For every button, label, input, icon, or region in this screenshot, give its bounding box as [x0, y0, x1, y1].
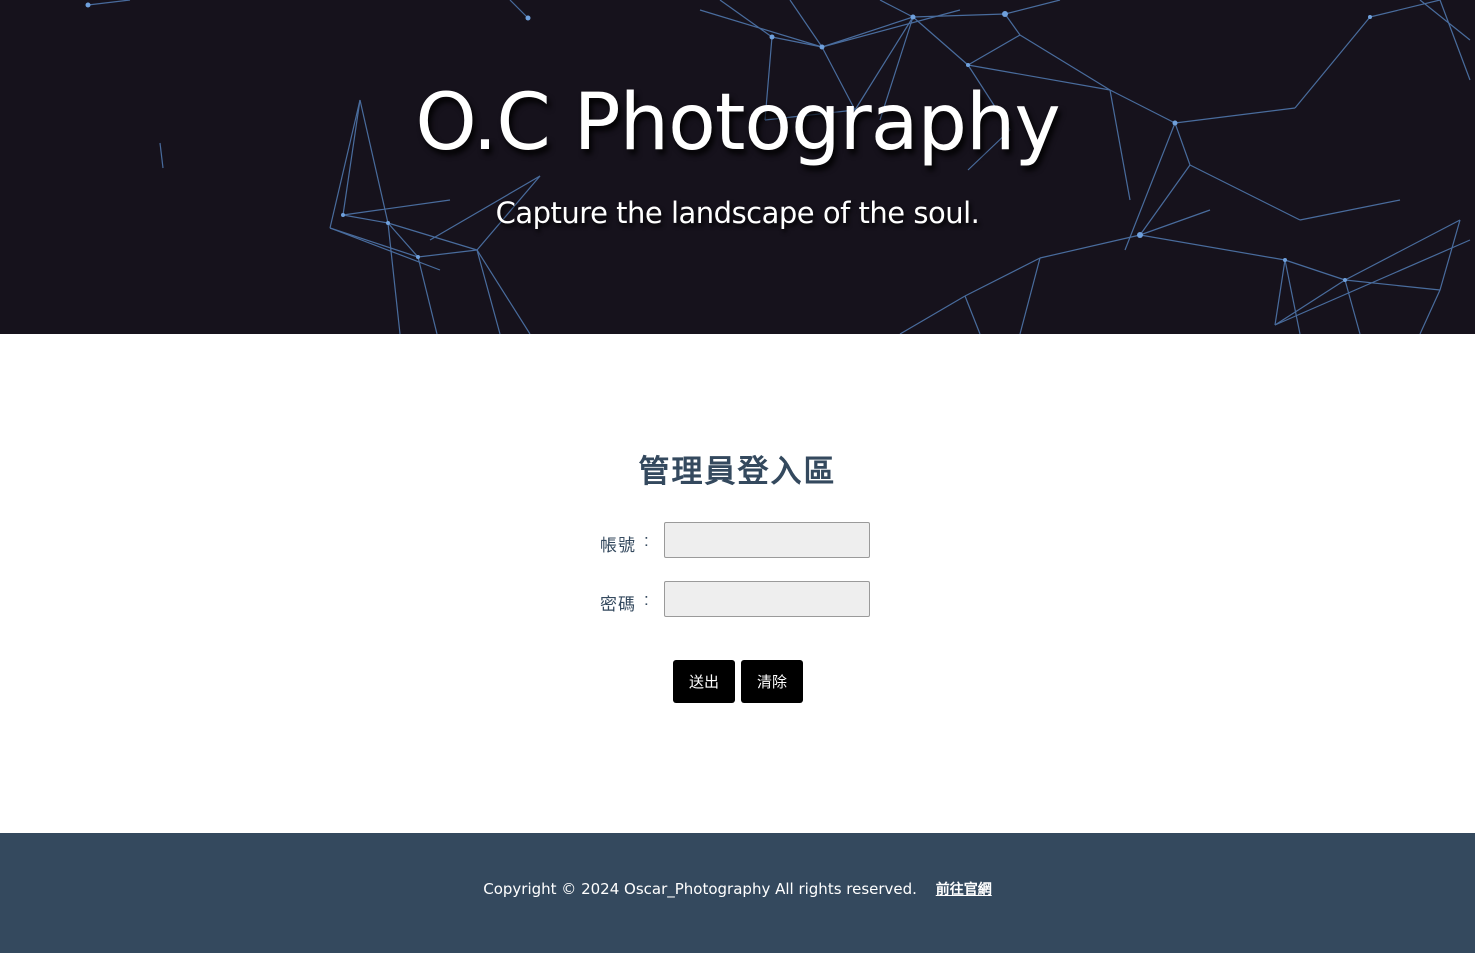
site-title: O.C Photography — [415, 78, 1060, 168]
account-colon: : — [644, 531, 649, 550]
copyright-text: Copyright © 2024 Oscar_Photography All r… — [483, 880, 917, 898]
account-label: 帳號 — [600, 536, 636, 555]
account-input[interactable] — [664, 522, 870, 558]
login-heading: 管理員登入區 — [638, 454, 837, 489]
password-row: 密碼 : — [600, 581, 880, 619]
submit-button[interactable]: 送出 — [673, 660, 735, 703]
clear-button[interactable]: 清除 — [741, 660, 803, 703]
password-label: 密碼 — [600, 595, 636, 614]
password-input[interactable] — [664, 581, 870, 617]
password-colon: : — [644, 590, 649, 609]
site-subtitle: Capture the landscape of the soul. — [495, 196, 980, 230]
official-site-link[interactable]: 前往官網 — [936, 882, 992, 898]
hero-banner: O.C Photography Capture the landscape of… — [0, 0, 1475, 334]
account-row: 帳號 : — [600, 522, 880, 560]
login-section: 管理員登入區 帳號 : 密碼 : 送出 清除 — [0, 334, 1475, 833]
footer-line: Copyright © 2024 Oscar_Photography All r… — [0, 879, 1475, 899]
footer: Copyright © 2024 Oscar_Photography All r… — [0, 833, 1475, 953]
